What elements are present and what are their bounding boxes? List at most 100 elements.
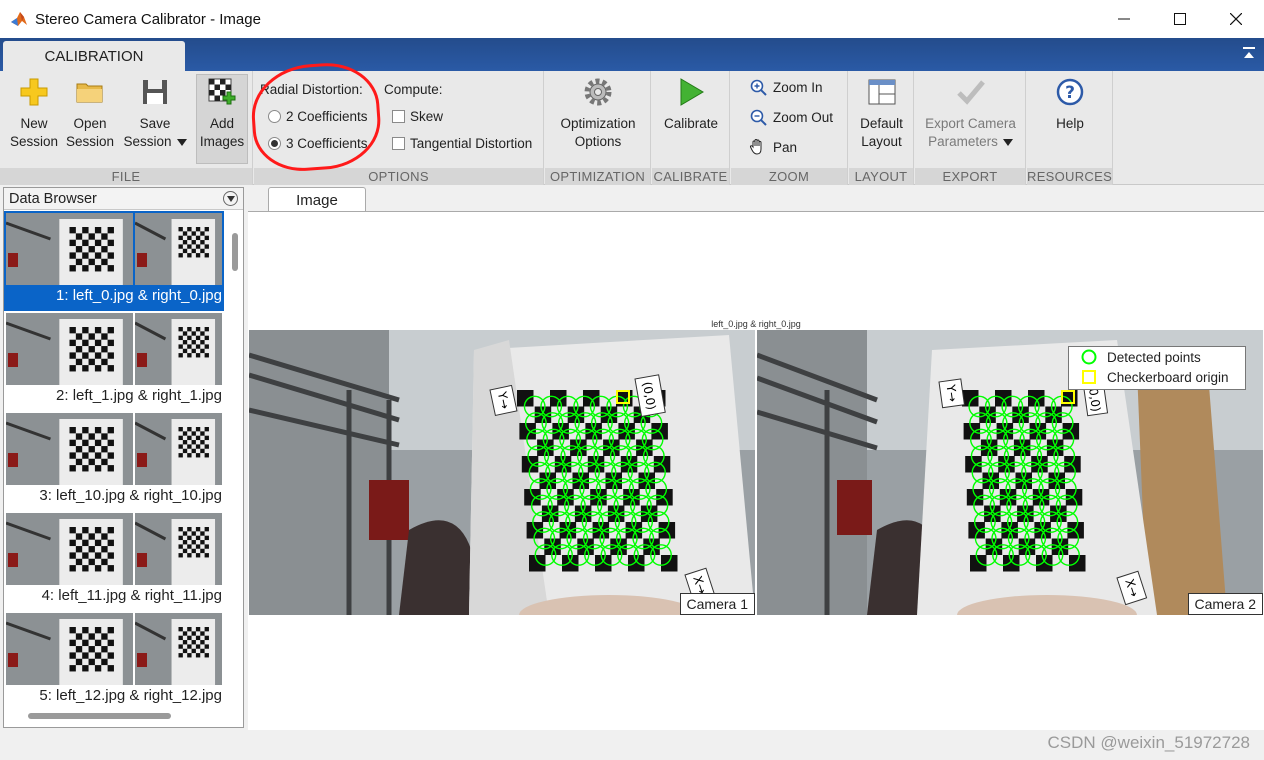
floppy-disk-icon (138, 75, 172, 109)
group-label-export: EXPORT (915, 168, 1025, 185)
list-item-label: 3: left_10.jpg & right_10.jpg (39, 487, 222, 504)
data-browser-title: Data Browser (9, 190, 97, 207)
camera-1-scene: Y→ (0,0) X→ (249, 330, 755, 615)
right-thumbnail (135, 513, 222, 585)
chevron-down-icon (1002, 138, 1013, 146)
calibrate-button[interactable]: Calibrate (656, 75, 726, 133)
group-export: Export Camera Parameters EXPORT (915, 71, 1026, 185)
close-icon (1230, 13, 1242, 25)
app-window: Stereo Camera Calibrator - Image CALIBRA… (0, 0, 1264, 760)
document-tab-strip: Image (248, 187, 1264, 212)
open-session-button[interactable]: Open Session (64, 75, 116, 151)
image-canvas[interactable]: left_0.jpg & right_0.jpg Y→ (0,0) X→ Cam… (248, 211, 1264, 730)
right-thumbnail (135, 213, 222, 285)
right-thumbnail (135, 313, 222, 385)
minimize-icon (1118, 18, 1130, 20)
gear-icon (581, 75, 615, 109)
panel-menu-button[interactable] (223, 191, 238, 206)
save-session-button[interactable]: Save Session (120, 75, 190, 151)
checkmark-icon (954, 75, 988, 109)
zoom-out-button[interactable]: Zoom Out (749, 108, 833, 126)
play-icon (674, 75, 708, 109)
tangential-distortion-checkbox[interactable]: Tangential Distortion (392, 136, 532, 151)
ribbon-tab-strip: CALIBRATION (0, 38, 1264, 71)
layout-grid-icon (865, 75, 899, 109)
export-camera-parameters-button[interactable]: Export Camera Parameters (919, 75, 1022, 151)
group-optimization: Optimization Options OPTIMIZATION (545, 71, 651, 185)
group-label-optimization: OPTIMIZATION (545, 168, 650, 185)
list-item-label: 2: left_1.jpg & right_1.jpg (56, 387, 222, 404)
chevron-down-icon (226, 195, 235, 202)
checkbox-icon (392, 110, 405, 123)
group-label-calibrate: CALIBRATE (652, 168, 729, 185)
data-browser-panel: Data Browser 1: left_0.jpg & right_0.jpg… (3, 187, 244, 728)
yellow-square-icon (1082, 370, 1096, 384)
legend-detected-points: Detected points (1069, 347, 1245, 367)
add-images-icon (205, 75, 239, 109)
watermark: CSDN @weixin_51972728 (1047, 733, 1250, 752)
plot-legend: Detected points Checkerboard origin (1068, 346, 1246, 390)
help-icon: ? (1053, 75, 1087, 109)
checkbox-icon (392, 137, 405, 150)
group-resources: ? Help RESOURCES (1027, 71, 1113, 185)
group-label-layout: LAYOUT (849, 168, 913, 185)
horizontal-scrollbar-thumb[interactable] (28, 713, 171, 719)
camera-2-label: Camera 2 (1187, 593, 1263, 615)
zoom-in-icon (749, 78, 767, 96)
svg-text:?: ? (1065, 83, 1075, 103)
group-layout: Default Layout LAYOUT (849, 71, 914, 185)
optimization-options-button[interactable]: Optimization Options (551, 75, 645, 151)
vertical-scrollbar-thumb[interactable] (232, 233, 238, 271)
chevron-down-icon (176, 138, 187, 146)
group-label-zoom: ZOOM (731, 168, 847, 185)
ribbon: New Session Open Session Save Session Ad… (0, 71, 1264, 185)
group-label-file: FILE (0, 168, 252, 185)
left-thumbnail (6, 313, 133, 385)
group-label-resources: RESOURCES (1027, 168, 1113, 185)
list-item[interactable]: 5: left_12.jpg & right_12.jpg (4, 611, 224, 707)
pan-button[interactable]: Pan (749, 138, 797, 156)
hand-icon (749, 138, 767, 156)
right-thumbnail (135, 613, 222, 685)
list-item[interactable]: 4: left_11.jpg & right_11.jpg (4, 511, 224, 611)
skew-checkbox[interactable]: Skew (392, 109, 443, 124)
group-file: New Session Open Session Save Session Ad… (0, 71, 253, 185)
right-thumbnail (135, 413, 222, 485)
window-title: Stereo Camera Calibrator - Image (35, 10, 261, 28)
title-bar: Stereo Camera Calibrator - Image (0, 0, 1264, 38)
help-button[interactable]: ? Help (1035, 75, 1105, 133)
new-session-icon (17, 75, 51, 109)
maximize-button[interactable] (1152, 0, 1208, 38)
list-item-label: 1: left_0.jpg & right_0.jpg (56, 287, 222, 304)
legend-checkerboard-origin: Checkerboard origin (1069, 367, 1245, 387)
close-button[interactable] (1208, 0, 1264, 38)
camera-1-image: Y→ (0,0) X→ Camera 1 (249, 330, 755, 615)
maximize-icon (1174, 13, 1186, 25)
folder-icon (73, 75, 107, 109)
group-zoom: Zoom In Zoom Out Pan ZOOM (731, 71, 848, 185)
left-thumbnail (6, 513, 133, 585)
group-calibrate: Calibrate CALIBRATE (652, 71, 730, 185)
zoom-out-icon (749, 108, 767, 126)
left-thumbnail (6, 613, 133, 685)
default-layout-button[interactable]: Default Layout (853, 75, 910, 151)
list-item[interactable]: 3: left_10.jpg & right_10.jpg (4, 411, 224, 511)
tab-image[interactable]: Image (268, 187, 366, 212)
new-session-button[interactable]: New Session (8, 75, 60, 151)
list-item[interactable]: 1: left_0.jpg & right_0.jpg (4, 211, 224, 311)
minimize-button[interactable] (1096, 0, 1152, 38)
left-thumbnail (6, 413, 133, 485)
list-item-label: 4: left_11.jpg & right_11.jpg (41, 587, 222, 604)
zoom-in-button[interactable]: Zoom In (749, 78, 823, 96)
add-images-button[interactable]: Add Images (196, 74, 248, 164)
compute-label: Compute: (384, 82, 443, 97)
list-item-label: 5: left_12.jpg & right_12.jpg (39, 687, 222, 704)
collapse-ribbon-icon[interactable] (1242, 46, 1256, 62)
left-thumbnail (6, 213, 133, 285)
list-item[interactable]: 2: left_1.jpg & right_1.jpg (4, 311, 224, 411)
green-circle-icon (1081, 349, 1097, 365)
tab-calibration[interactable]: CALIBRATION (3, 41, 185, 71)
data-browser-header: Data Browser (4, 188, 243, 210)
matlab-logo-icon (11, 12, 27, 26)
image-pair-list: 1: left_0.jpg & right_0.jpg 2: left_1.jpg… (4, 211, 224, 707)
